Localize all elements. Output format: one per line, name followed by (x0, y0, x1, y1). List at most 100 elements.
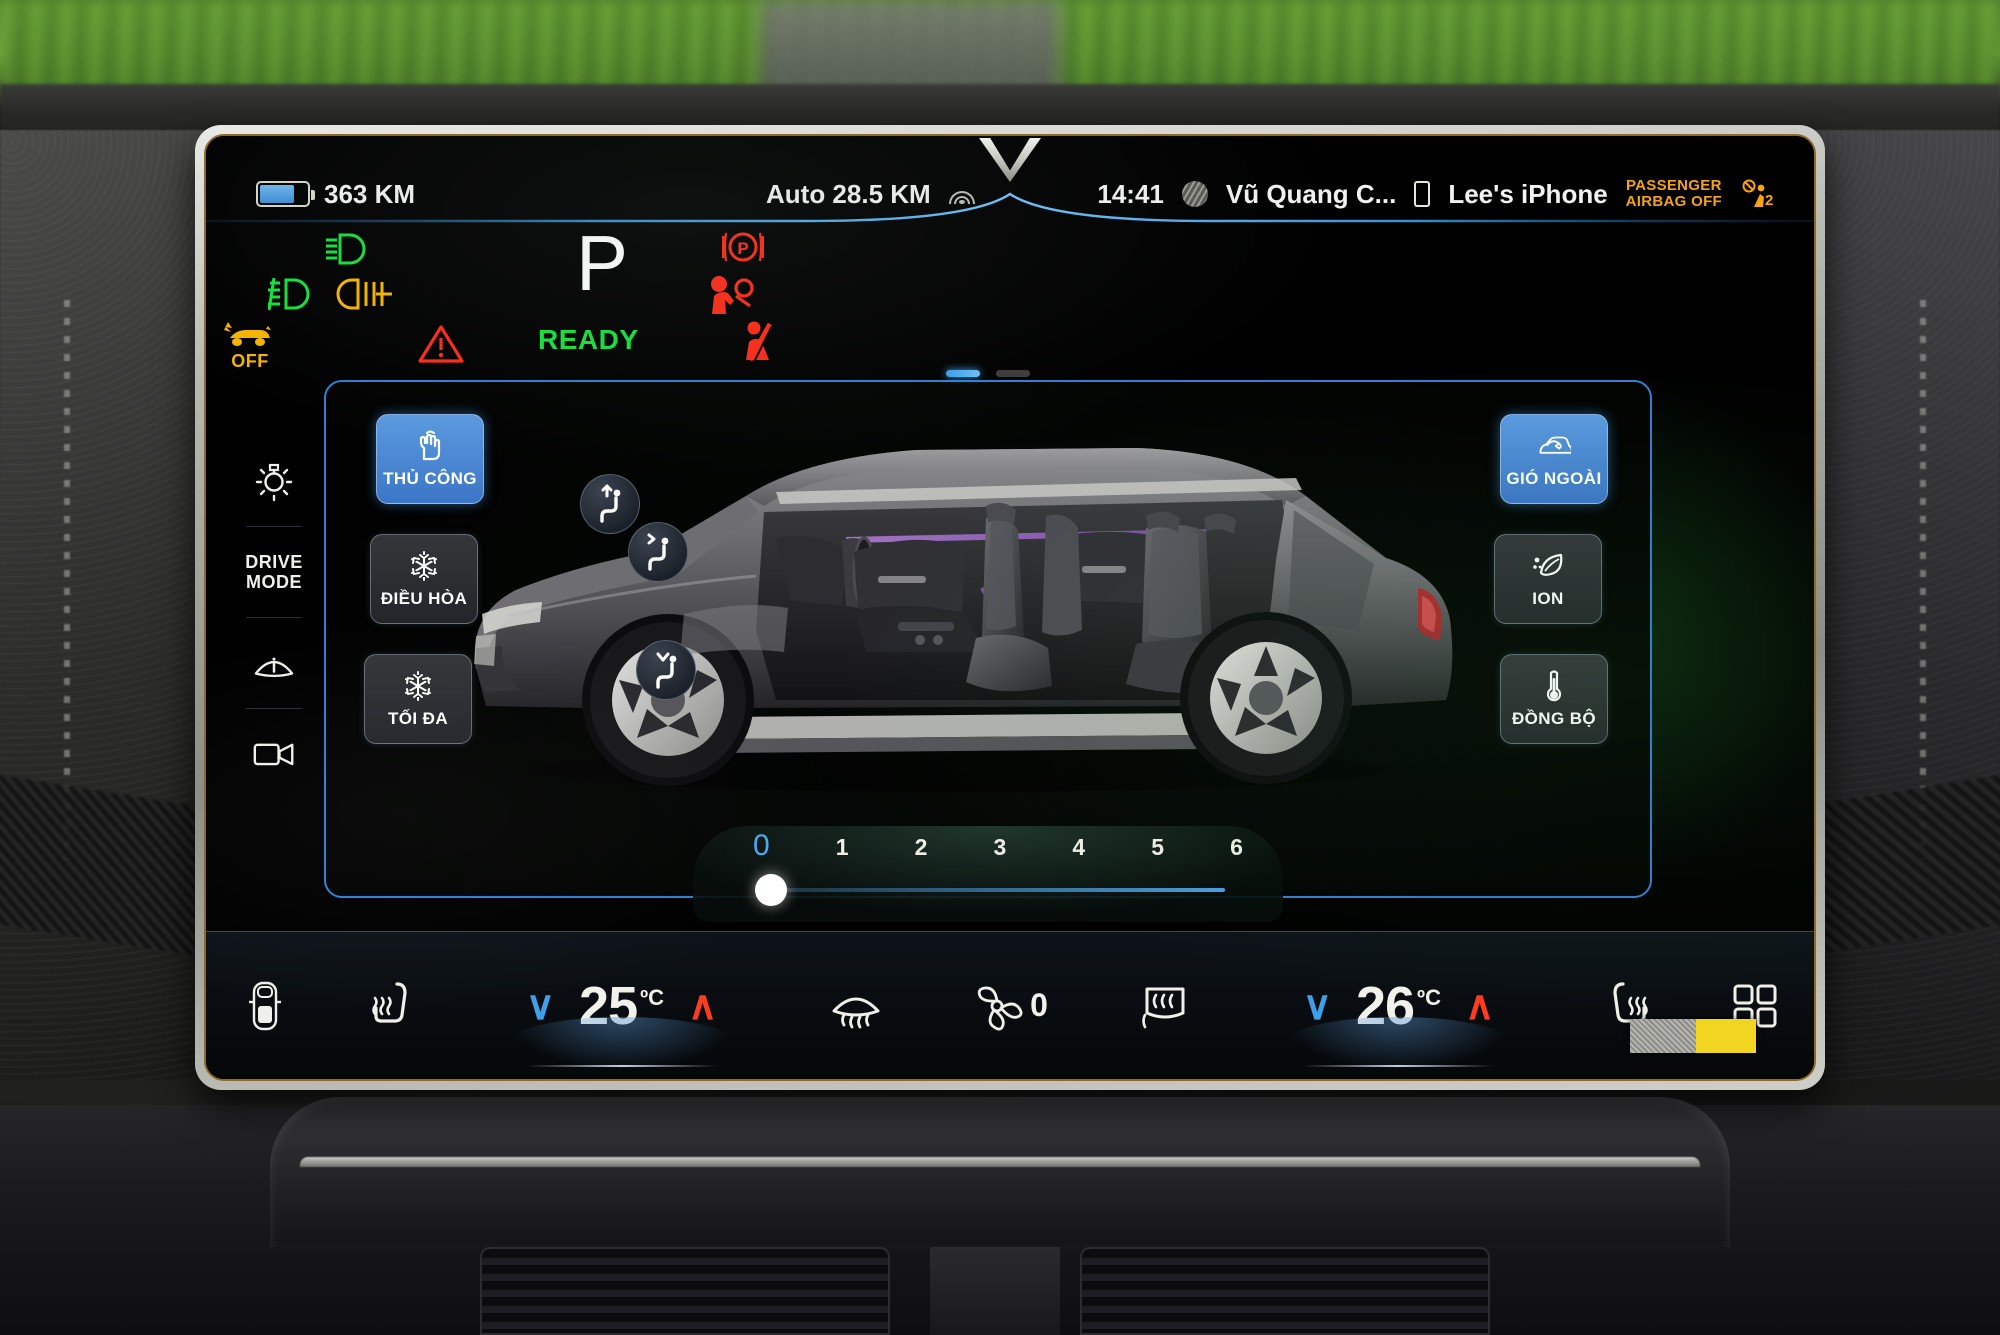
climate-button-sync[interactable]: ĐỒNG BỘ (1500, 654, 1608, 744)
page-dot-2[interactable] (996, 370, 1030, 377)
climate-button-ac[interactable]: ĐIỀU HÒA (370, 534, 478, 624)
fan-tick-2[interactable]: 2 (915, 834, 928, 863)
driver-seat-heater-button[interactable] (323, 978, 459, 1034)
fan-slider-knob[interactable] (755, 874, 787, 906)
climate-button-max[interactable]: TỐI ĐA (364, 654, 472, 744)
airflow-face-button[interactable] (580, 474, 640, 534)
ready-label: READY (538, 324, 639, 355)
vehicle-svg (474, 448, 1453, 792)
airbag-occupant-count: 2 (1765, 192, 1773, 209)
sidebar-item-wiper[interactable] (228, 618, 320, 708)
driver-temp-unit: ºC (640, 984, 665, 1010)
passenger-temp-value: 26 ºC (1283, 975, 1514, 1071)
airflow-face-feet-icon (647, 533, 669, 571)
vehicle-illustration (446, 400, 1466, 800)
fan-tick-0[interactable]: 0 (753, 829, 770, 863)
passenger-airbag-off-icon: 2 (1740, 179, 1774, 209)
sidebar-item-brightness[interactable] (228, 436, 320, 526)
climate-panel: THỦ CÔNG ĐIỀU HÒA TỐI ĐA GIÓ NGOÀI ION Đ… (324, 370, 1652, 922)
fan-speed-display[interactable]: 0 (929, 981, 1092, 1031)
carbon-trim-right (1800, 773, 2000, 957)
console-curve (270, 1097, 1730, 1247)
airbag-line-1: PASSENGER (1625, 177, 1722, 194)
phone-icon (1414, 181, 1431, 207)
clock: 14:41 (1097, 178, 1164, 209)
console-divider (930, 1247, 1060, 1335)
driver-temp-value: 25 ºC (506, 975, 737, 1071)
range-value: 363 KM (324, 178, 416, 209)
fan-tick-3[interactable]: 3 (994, 834, 1007, 863)
gear-indicator: P (576, 219, 629, 307)
status-bar-center: Auto 28.5 KM (766, 179, 975, 210)
airflow-face-feet-button[interactable] (628, 522, 688, 582)
page-indicator (946, 370, 1030, 377)
driver-temp-increase-button[interactable]: ∧ (688, 986, 717, 1026)
rear-defrost-button[interactable] (1091, 981, 1236, 1031)
fan-speed-slider[interactable]: 0 1 2 3 4 5 6 (693, 826, 1283, 922)
snowflake-icon (407, 549, 441, 583)
driver-temp-number: 25 (579, 975, 638, 1036)
traction-control-off-icon: OFF (220, 320, 280, 372)
airflow-face-icon (600, 484, 621, 523)
high-beam-icon (326, 232, 382, 271)
airflow-feet-button[interactable] (636, 640, 696, 700)
climate-button-ion-label: ION (1532, 589, 1564, 608)
climate-button-fresh-air-label: GIÓ NGOÀI (1506, 469, 1602, 488)
fan-speed-ticks: 0 1 2 3 4 5 6 (753, 829, 1243, 863)
fan-tick-4[interactable]: 4 (1072, 834, 1085, 863)
drive-mode-label: DRIVE MODE (245, 552, 303, 592)
climate-button-fresh-air[interactable]: GIÓ NGOÀI (1500, 414, 1608, 504)
infotainment-screen[interactable]: 363 KM Auto 28.5 KM 14:41 Vũ Quang C... … (206, 136, 1814, 1079)
wifi-icon (948, 184, 975, 204)
passenger-temp-unit: ºC (1417, 984, 1441, 1010)
sidebar-item-drive-mode[interactable]: DRIVE MODE (228, 527, 320, 617)
phone-name-label: Lee's iPhone (1448, 178, 1608, 209)
sidebar-item-camera[interactable] (228, 709, 320, 799)
ion-leaf-icon (1531, 549, 1565, 583)
infotainment-inner-frame: 363 KM Auto 28.5 KM 14:41 Vũ Quang C... … (204, 134, 1816, 1081)
drive-mode-label-line1: DRIVE (245, 552, 303, 572)
seatbelt-warning-icon (740, 320, 782, 369)
climate-button-ion[interactable]: ION (1494, 534, 1602, 624)
driver-temp-decrease-button[interactable]: ∨ (526, 986, 555, 1026)
climate-button-ac-label: ĐIỀU HÒA (380, 589, 468, 608)
media-disc-icon (1181, 181, 1208, 207)
fan-tick-6[interactable]: 6 (1230, 834, 1243, 863)
traction-off-label: OFF (231, 351, 269, 371)
climate-button-sync-label: ĐỒNG BỘ (1511, 709, 1597, 728)
fan-tick-1[interactable]: 1 (836, 834, 849, 863)
climate-button-manual[interactable]: THỦ CÔNG (376, 414, 484, 504)
passenger-temp-number: 26 (1355, 975, 1415, 1036)
rear-fog-lamp-icon (336, 276, 394, 317)
screen-corner-sticker (1630, 1019, 1756, 1053)
dashboard-scene: 363 KM Auto 28.5 KM 14:41 Vũ Quang C... … (0, 0, 2000, 1335)
driver-temperature-control: ∨ 25 ºC ∧ (459, 975, 784, 1071)
fan-tick-5[interactable]: 5 (1151, 834, 1164, 863)
media-source-label: Vũ Quang C... (1225, 178, 1397, 209)
leather-stitch-right (1920, 300, 1926, 860)
left-rail: DRIVE MODE (228, 436, 320, 799)
auto-range-value: Auto 28.5 KM (766, 178, 931, 209)
page-dot-1[interactable] (946, 370, 980, 377)
leather-stitch-left (64, 300, 70, 860)
front-defrost-icon (832, 997, 880, 1028)
infotainment-bezel: 363 KM Auto 28.5 KM 14:41 Vũ Quang C... … (195, 125, 1825, 1090)
airbag-line-2: AIRBAG OFF (1625, 193, 1722, 210)
svg-text:P: P (737, 239, 748, 258)
master-warning-icon (418, 324, 464, 369)
air-vent-left (480, 1247, 890, 1335)
telltale-cluster: OFF P READY P (206, 219, 1814, 371)
fan-slider-track[interactable] (769, 888, 1225, 892)
car-top-view-button[interactable] (206, 980, 323, 1032)
seat-heater-icon (372, 981, 407, 1023)
thermometer-sync-icon (1537, 669, 1571, 703)
sun-brightness-icon (255, 463, 293, 502)
front-defrost-button[interactable] (784, 981, 929, 1031)
passenger-temperature-control: ∨ 26 ºC ∧ (1236, 975, 1561, 1071)
passenger-temp-increase-button[interactable]: ∧ (1465, 986, 1494, 1026)
climate-button-manual-label: THỦ CÔNG (383, 469, 477, 488)
parking-brake-icon: P (721, 226, 765, 273)
passenger-temp-decrease-button[interactable]: ∨ (1303, 986, 1332, 1026)
airflow-feet-icon (656, 652, 677, 689)
hand-touch-icon (413, 429, 447, 463)
